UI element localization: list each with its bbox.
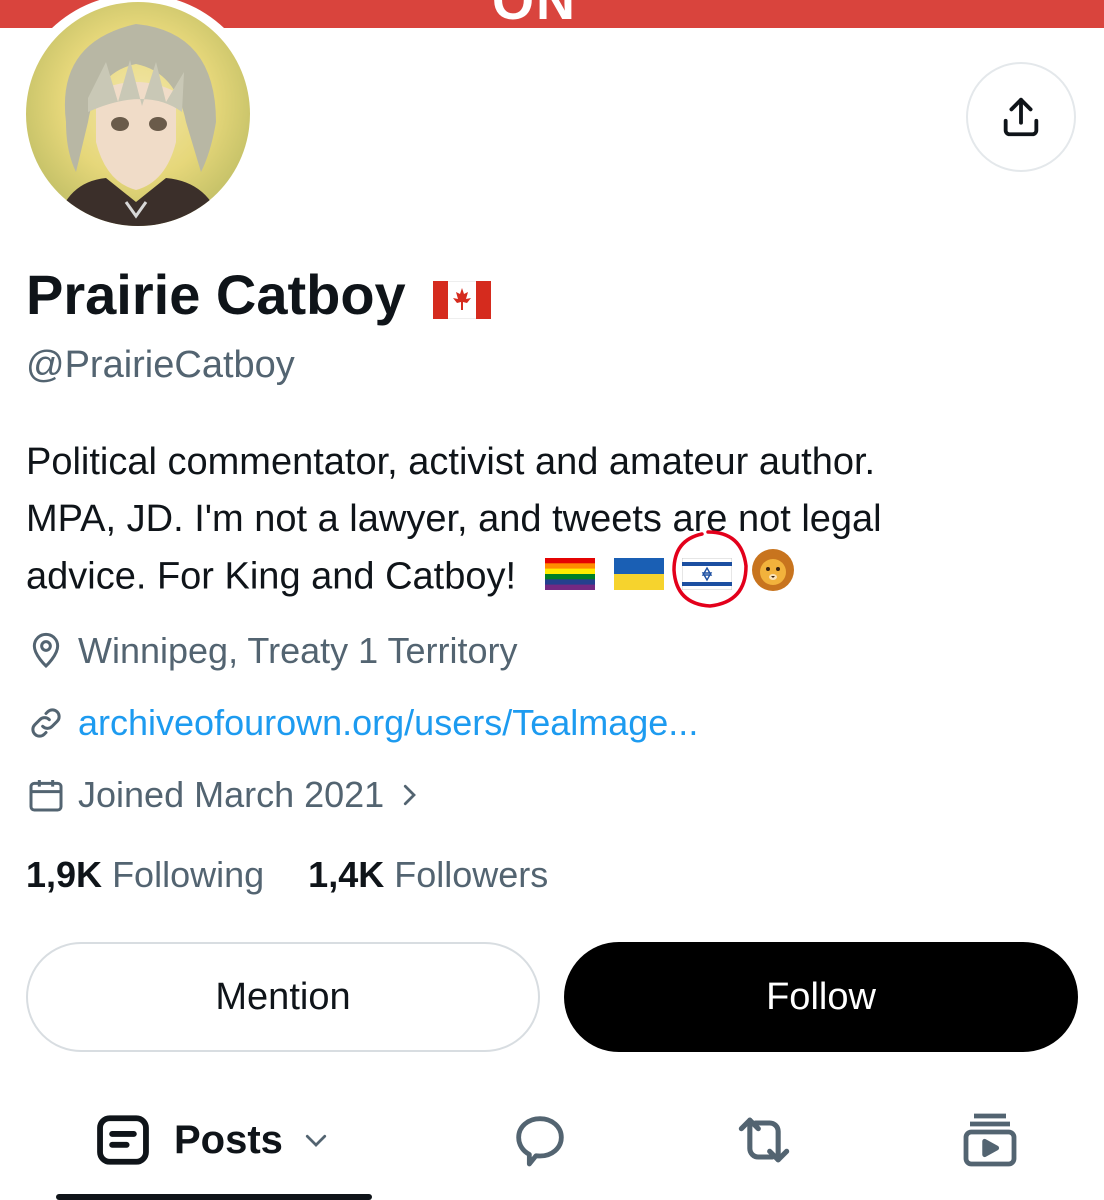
- followers-count: 1,4K: [308, 854, 385, 895]
- profile-location: Winnipeg, Treaty 1 Territory: [26, 630, 518, 672]
- profile-website[interactable]: archiveofourown.org/users/Tealmage...: [26, 702, 698, 744]
- active-tab-indicator: [56, 1194, 372, 1200]
- profile-bio: Political commentator, activist and amat…: [26, 434, 1086, 609]
- bio-line-3-text: advice. For King and Catboy!: [26, 555, 517, 598]
- bio-line-3: advice. For King and Catboy!: [26, 530, 1086, 609]
- profile-name-row: Prairie Catboy: [26, 262, 492, 332]
- following-link[interactable]: 1,9K Following: [26, 854, 274, 895]
- reply-icon: [516, 1116, 564, 1167]
- following-label: Following: [112, 854, 265, 895]
- ukraine-flag-icon: [613, 550, 664, 607]
- tab-reposts[interactable]: [730, 1100, 798, 1180]
- tab-media[interactable]: [958, 1100, 1022, 1180]
- profile-handle: @PrairieCatboy: [26, 344, 295, 386]
- tab-replies[interactable]: [508, 1100, 572, 1180]
- avatar-image: [26, 2, 250, 226]
- followers-label: Followers: [394, 854, 549, 895]
- share-icon: [1003, 97, 1039, 137]
- location-text: Winnipeg, Treaty 1 Territory: [78, 630, 518, 671]
- link-icon: [31, 708, 61, 738]
- location-pin-icon: [32, 632, 60, 669]
- profile-name: Prairie Catboy: [26, 263, 406, 326]
- bio-line-1: Political commentator, activist and amat…: [26, 441, 876, 483]
- pride-flag-icon: [545, 550, 596, 607]
- following-count: 1,9K: [26, 854, 103, 895]
- chevron-right-icon: [404, 784, 417, 806]
- avatar[interactable]: [16, 0, 260, 228]
- banner-text: ON: [492, 0, 577, 28]
- joined-text: Joined March 2021: [78, 774, 385, 815]
- calendar-icon: [29, 780, 63, 812]
- posts-icon: [97, 1115, 149, 1165]
- canada-flag-icon: [432, 267, 492, 332]
- share-button[interactable]: [966, 62, 1076, 172]
- media-icon: [963, 1113, 1017, 1167]
- follow-button[interactable]: Follow: [564, 942, 1078, 1052]
- bio-line-2: MPA, JD. I'm not a lawyer, and tweets ar…: [26, 498, 882, 540]
- followers-link[interactable]: 1,4K Followers: [308, 854, 548, 895]
- tab-posts-label: Posts: [174, 1117, 283, 1162]
- lion-icon: [751, 548, 795, 609]
- annotation-circle: [672, 530, 749, 608]
- chevron-down-icon[interactable]: [301, 1125, 331, 1155]
- website-link[interactable]: archiveofourown.org/users/Tealmage...: [78, 702, 698, 744]
- profile-joined[interactable]: Joined March 2021: [26, 774, 436, 816]
- israel-flag-icon: [672, 530, 749, 608]
- tab-posts[interactable]: Posts: [94, 1100, 331, 1180]
- repost-icon: [738, 1117, 790, 1163]
- mention-button[interactable]: Mention: [26, 942, 540, 1052]
- profile-stats: 1,9K Following 1,4K Followers: [26, 854, 548, 896]
